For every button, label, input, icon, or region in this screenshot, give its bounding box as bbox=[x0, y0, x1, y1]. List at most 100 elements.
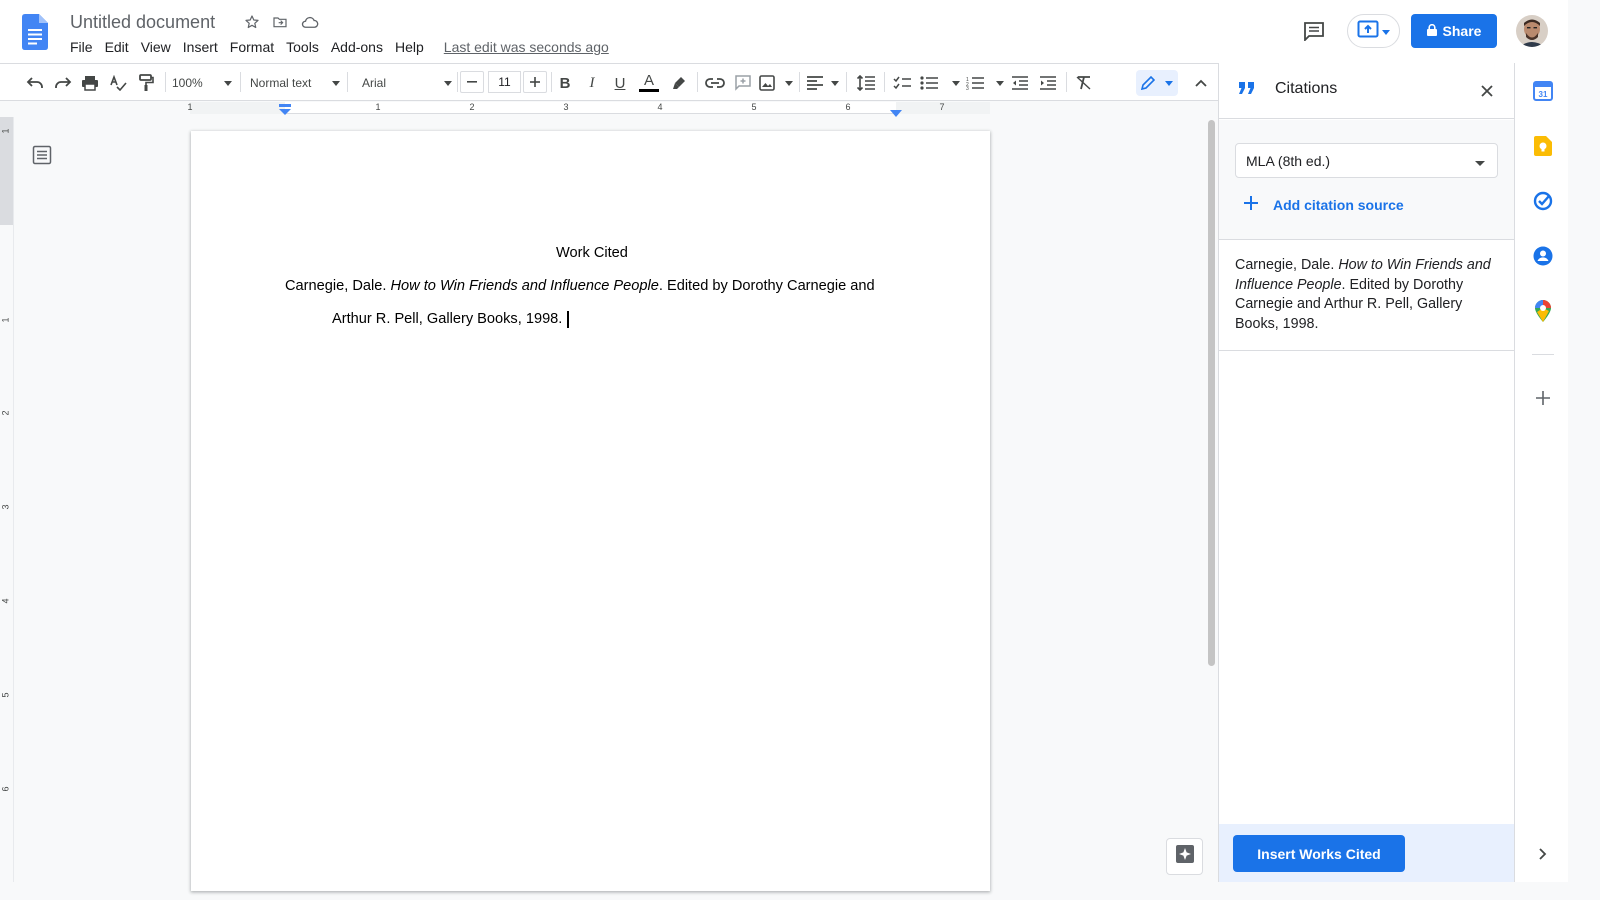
increase-font-size-icon[interactable] bbox=[523, 71, 547, 93]
spellcheck-icon[interactable] bbox=[107, 71, 129, 95]
citation-controls: MLA (8th ed.) Add citation source bbox=[1219, 120, 1515, 240]
expand-icon[interactable] bbox=[1532, 843, 1554, 865]
font-family-select[interactable]: Arial bbox=[362, 71, 452, 95]
chevron-down-icon bbox=[1382, 22, 1390, 40]
document-title[interactable]: Untitled document bbox=[70, 10, 215, 34]
paint-format-icon[interactable] bbox=[135, 71, 157, 95]
maps-icon[interactable] bbox=[1532, 300, 1554, 322]
bold-icon[interactable]: B bbox=[556, 71, 574, 95]
ruler-number: 2 bbox=[0, 410, 11, 416]
print-icon[interactable] bbox=[79, 71, 101, 95]
zoom-select[interactable]: 100% bbox=[172, 71, 232, 95]
share-button[interactable]: Share bbox=[1411, 14, 1497, 48]
cloud-saved-icon[interactable] bbox=[300, 12, 320, 32]
menu-edit[interactable]: Edit bbox=[99, 36, 135, 58]
ruler-number: 3 bbox=[0, 504, 11, 510]
chevron-down-icon bbox=[1475, 153, 1485, 169]
present-icon bbox=[1357, 20, 1379, 43]
menu-format[interactable]: Format bbox=[224, 36, 280, 58]
menu-help[interactable]: Help bbox=[389, 36, 430, 58]
citation-source-card[interactable]: Carnegie, Dale. How to Win Friends and I… bbox=[1219, 240, 1515, 351]
calendar-icon[interactable]: 31 bbox=[1532, 80, 1554, 102]
citation-style-select[interactable]: MLA (8th ed.) bbox=[1235, 143, 1498, 178]
line-spacing-icon[interactable] bbox=[854, 71, 878, 95]
font-size-input[interactable]: 11 bbox=[488, 71, 521, 93]
docs-logo-icon[interactable] bbox=[22, 14, 48, 50]
menu-file[interactable]: File bbox=[64, 36, 99, 58]
svg-text:3: 3 bbox=[966, 86, 969, 90]
citation-line-1: Carnegie, Dale. How to Win Friends and I… bbox=[285, 278, 875, 294]
insert-image-icon[interactable] bbox=[759, 71, 793, 95]
chevron-down-icon bbox=[224, 80, 232, 86]
quote-icon bbox=[1239, 82, 1255, 101]
comment-history-icon[interactable] bbox=[1300, 17, 1328, 45]
vertical-scrollbar[interactable] bbox=[1208, 120, 1215, 666]
last-edit-link[interactable]: Last edit was seconds ago bbox=[444, 36, 609, 58]
editing-mode-select[interactable] bbox=[1136, 70, 1178, 96]
keep-icon[interactable] bbox=[1532, 135, 1554, 157]
checklist-icon[interactable] bbox=[891, 71, 913, 95]
close-icon[interactable] bbox=[1477, 81, 1497, 101]
chevron-down-icon bbox=[332, 80, 340, 86]
add-icon[interactable] bbox=[1532, 387, 1554, 409]
right-indent-marker-icon[interactable] bbox=[890, 105, 902, 123]
indent-marker-icon[interactable] bbox=[279, 103, 291, 121]
ruler-track bbox=[190, 102, 990, 114]
ruler-number: 3 bbox=[563, 102, 569, 112]
italic-icon[interactable]: I bbox=[583, 71, 601, 95]
add-comment-icon[interactable] bbox=[731, 71, 755, 95]
top-bar: Untitled document File Edit View Insert … bbox=[0, 0, 1568, 63]
decrease-font-size-icon[interactable] bbox=[460, 71, 484, 93]
redo-icon[interactable] bbox=[51, 71, 75, 95]
font-family-value: Arial bbox=[362, 76, 387, 90]
add-citation-source-button[interactable]: Add citation source bbox=[1243, 195, 1404, 214]
ruler-number: 4 bbox=[0, 598, 11, 604]
numbered-list-icon[interactable]: 123 bbox=[966, 71, 1004, 95]
insert-link-icon[interactable] bbox=[703, 71, 727, 95]
increase-indent-icon[interactable] bbox=[1037, 71, 1059, 95]
explore-icon bbox=[1175, 845, 1194, 868]
clear-formatting-icon[interactable] bbox=[1073, 71, 1095, 95]
menu-tools[interactable]: Tools bbox=[280, 36, 325, 58]
explore-button[interactable] bbox=[1166, 838, 1203, 875]
ruler-number: 2 bbox=[469, 102, 475, 112]
plus-icon bbox=[1243, 195, 1259, 214]
lock-icon bbox=[1426, 23, 1437, 39]
ruler-number: 1 bbox=[375, 102, 381, 112]
paragraph-style-select[interactable]: Normal text bbox=[250, 71, 340, 95]
menu-addons[interactable]: Add-ons bbox=[325, 36, 389, 58]
share-label: Share bbox=[1442, 23, 1482, 39]
move-folder-icon[interactable] bbox=[270, 12, 290, 32]
zoom-value: 100% bbox=[172, 76, 203, 90]
undo-icon[interactable] bbox=[23, 71, 47, 95]
vertical-ruler bbox=[0, 117, 14, 882]
bulleted-list-icon[interactable] bbox=[920, 71, 960, 95]
menu-insert[interactable]: Insert bbox=[177, 36, 224, 58]
align-left-icon[interactable] bbox=[807, 71, 839, 95]
document-outline-icon[interactable] bbox=[32, 145, 52, 165]
side-panel-divider bbox=[1532, 354, 1554, 355]
insert-works-cited-button[interactable]: Insert Works Cited bbox=[1233, 835, 1405, 872]
paragraph-style-value: Normal text bbox=[250, 76, 312, 90]
works-cited-heading: Work Cited bbox=[556, 245, 628, 261]
citations-panel: Citations MLA (8th ed.) Add citation sou… bbox=[1218, 63, 1515, 882]
present-button[interactable] bbox=[1347, 14, 1400, 48]
svg-text:31: 31 bbox=[1539, 90, 1548, 99]
menu-bar: File Edit View Insert Format Tools Add-o… bbox=[64, 36, 609, 58]
avatar[interactable] bbox=[1516, 15, 1548, 47]
text-color-icon[interactable]: A bbox=[637, 70, 661, 94]
tasks-icon[interactable] bbox=[1532, 190, 1554, 212]
citation-entry: Carnegie, Dale. How to Win Friends and I… bbox=[1235, 256, 1499, 334]
decrease-indent-icon[interactable] bbox=[1009, 71, 1031, 95]
ruler-number: 1 bbox=[0, 317, 11, 323]
ruler-left-margin bbox=[190, 102, 285, 114]
contacts-icon[interactable] bbox=[1532, 245, 1554, 267]
highlight-color-icon[interactable] bbox=[668, 71, 690, 95]
star-icon[interactable] bbox=[242, 12, 262, 32]
underline-icon[interactable]: U bbox=[611, 71, 629, 95]
ruler-number: 5 bbox=[0, 692, 11, 698]
menu-view[interactable]: View bbox=[135, 36, 177, 58]
citations-panel-header: Citations bbox=[1219, 63, 1515, 119]
hide-menus-icon[interactable] bbox=[1190, 71, 1212, 95]
add-citation-source-label: Add citation source bbox=[1273, 196, 1404, 213]
